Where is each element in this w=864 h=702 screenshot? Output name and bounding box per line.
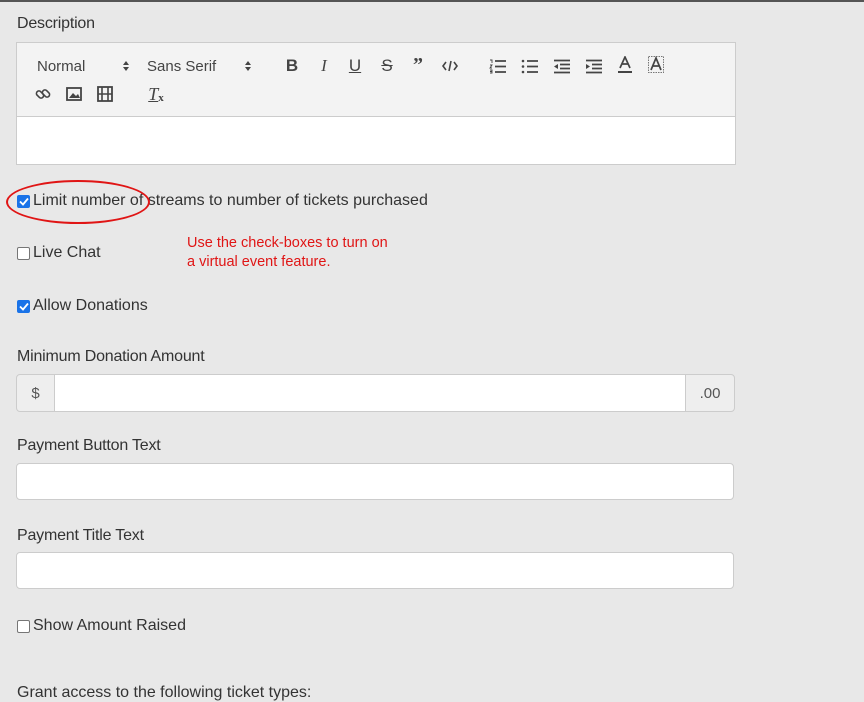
outdent-icon[interactable] bbox=[552, 57, 570, 75]
font-select[interactable]: Sans Serif bbox=[147, 57, 216, 75]
font-select-arrows-icon[interactable] bbox=[243, 58, 253, 74]
clear-format-icon[interactable]: Tx bbox=[146, 83, 166, 105]
payment-button-input[interactable] bbox=[16, 463, 734, 500]
allow-donations-checkbox-row[interactable]: Allow Donations bbox=[17, 297, 148, 315]
strike-icon[interactable]: S bbox=[378, 56, 396, 76]
link-icon[interactable] bbox=[33, 84, 53, 104]
live-chat-checkbox[interactable] bbox=[17, 246, 30, 260]
blockquote-icon[interactable]: ” bbox=[409, 54, 427, 76]
bullet-list-icon[interactable] bbox=[520, 57, 538, 75]
code-icon[interactable] bbox=[440, 56, 460, 76]
payment-title-label: Payment Title Text bbox=[17, 527, 144, 544]
limit-streams-label: Limit number of streams to number of tic… bbox=[33, 192, 428, 209]
allow-donations-label: Allow Donations bbox=[33, 297, 148, 314]
header-select-arrows-icon[interactable] bbox=[121, 58, 131, 74]
min-donation-label: Minimum Donation Amount bbox=[17, 348, 205, 365]
allow-donations-checkbox[interactable] bbox=[17, 299, 30, 313]
currency-prefix: $ bbox=[16, 374, 55, 412]
underline-icon[interactable]: U bbox=[346, 56, 364, 76]
show-amount-raised-checkbox-row[interactable]: Show Amount Raised bbox=[17, 617, 186, 635]
annotation-line-2: a virtual event feature. bbox=[187, 254, 331, 270]
description-text-area[interactable] bbox=[17, 117, 735, 164]
live-chat-checkbox-row[interactable]: Live Chat bbox=[17, 244, 101, 262]
image-icon[interactable] bbox=[64, 84, 84, 104]
min-donation-input[interactable] bbox=[54, 374, 686, 412]
description-editor[interactable]: Normal Sans Serif B I U S ” T x bbox=[16, 42, 736, 165]
text-color-icon[interactable] bbox=[616, 55, 634, 75]
header-select[interactable]: Normal bbox=[37, 57, 85, 75]
bold-icon[interactable]: B bbox=[283, 56, 301, 76]
description-label: Description bbox=[17, 15, 95, 32]
show-amount-raised-label: Show Amount Raised bbox=[33, 617, 186, 634]
italic-icon[interactable]: I bbox=[315, 56, 333, 76]
cents-suffix: .00 bbox=[685, 374, 735, 412]
grant-access-label: Grant access to the following ticket typ… bbox=[17, 684, 312, 701]
top-border bbox=[0, 0, 864, 2]
payment-title-input[interactable] bbox=[16, 552, 734, 589]
annotation-line-1: Use the check-boxes to turn on bbox=[187, 235, 388, 251]
background-color-icon[interactable] bbox=[647, 55, 665, 75]
ordered-list-icon[interactable] bbox=[488, 57, 506, 75]
video-icon[interactable] bbox=[95, 84, 115, 104]
indent-icon[interactable] bbox=[584, 57, 602, 75]
limit-streams-checkbox[interactable] bbox=[17, 194, 30, 208]
annotation-note: Use the check-boxes to turn on a virtual… bbox=[187, 234, 447, 272]
font-select-value: Sans Serif bbox=[147, 57, 217, 75]
header-select-value: Normal bbox=[37, 57, 86, 75]
editor-toolbar: Normal Sans Serif B I U S ” T x bbox=[17, 43, 735, 117]
live-chat-label: Live Chat bbox=[33, 244, 101, 261]
min-donation-input-group: $ .00 bbox=[16, 374, 735, 412]
show-amount-raised-checkbox[interactable] bbox=[17, 619, 30, 633]
limit-streams-checkbox-row[interactable]: Limit number of streams to number of tic… bbox=[17, 192, 428, 210]
payment-button-label: Payment Button Text bbox=[17, 437, 161, 454]
